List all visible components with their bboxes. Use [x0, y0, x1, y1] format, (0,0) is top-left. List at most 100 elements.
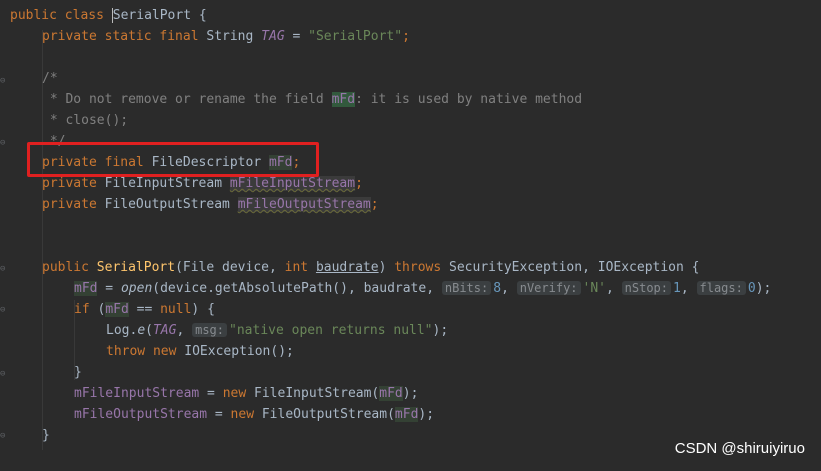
punctuation: ;	[370, 197, 379, 212]
string-literal: "SerialPort"	[308, 29, 403, 44]
method-call: open	[120, 281, 153, 296]
keyword: public	[42, 260, 89, 275]
code-editor[interactable]: ⊖ ⊖ ⊖ ⊖ ⊖ ⊖ public class SerialPort { pr…	[0, 0, 821, 471]
code-text: Log.	[106, 323, 138, 338]
fold-marker-icon[interactable]: ⊖	[0, 138, 8, 148]
code-text: (File device,	[175, 260, 285, 275]
code-text: (	[145, 323, 153, 338]
code-line-21[interactable]: }	[42, 425, 50, 446]
code-text: ,	[680, 281, 697, 296]
code-text: =	[199, 386, 223, 401]
type: FileOutputStream	[96, 197, 238, 212]
number-literal: 1	[673, 281, 681, 296]
punctuation: {	[191, 8, 207, 23]
fold-marker-icon[interactable]: ⊖	[0, 431, 8, 441]
code-text: ,	[176, 323, 193, 338]
string-literal: "native open returns null"	[229, 323, 433, 338]
keyword: new	[230, 407, 255, 422]
char-literal: 'N'	[582, 281, 606, 296]
code-line-13[interactable]: public SerialPort(File device, int baudr…	[42, 257, 699, 278]
field-name: mFd	[74, 281, 98, 296]
constructor-name: SerialPort	[88, 260, 176, 275]
number-literal: 8	[493, 281, 502, 296]
param-hint: nStop:	[621, 281, 672, 295]
keyword: null	[160, 302, 192, 317]
field-name: mFd	[105, 302, 129, 317]
keyword: private	[42, 176, 97, 191]
keyword: private static final	[42, 29, 199, 44]
fold-marker-icon[interactable]: ⊖	[0, 76, 8, 86]
code-line-17[interactable]: throw new IOException();	[106, 341, 294, 362]
keyword: if	[74, 302, 90, 317]
code-line-6[interactable]: * close();	[42, 110, 128, 131]
editor-gutter	[0, 0, 8, 471]
keyword: public	[10, 8, 57, 23]
code-text: }	[74, 365, 82, 380]
code-text: =	[97, 281, 121, 296]
code-line-10[interactable]: private FileOutputStream mFileOutputStre…	[42, 194, 379, 215]
punctuation: ;	[402, 29, 410, 44]
code-text: }	[42, 428, 50, 443]
code-line-19[interactable]: mFileInputStream = new FileInputStream(m…	[74, 383, 418, 404]
class-name-first-char: S	[111, 8, 121, 23]
code-line-2[interactable]: private static final String TAG = "Seria…	[42, 26, 410, 47]
keyword: int	[284, 260, 309, 275]
code-line-20[interactable]: mFileOutputStream = new FileOutputStream…	[74, 404, 434, 425]
constant: TAG	[261, 29, 285, 44]
fold-marker-icon[interactable]: ⊖	[0, 369, 8, 379]
param-hint: nVerify:	[516, 281, 581, 295]
field-name: mFileInputStream	[74, 386, 200, 401]
code-line-15[interactable]: if (mFd == null) {	[74, 299, 215, 320]
method-call: e	[137, 323, 146, 338]
constant: TAG	[152, 323, 177, 338]
param-hint: msg:	[192, 323, 228, 337]
comment: * Do not remove or rename the field	[42, 92, 332, 107]
field-name: mFd	[379, 386, 403, 401]
code-line-1[interactable]: public class SerialPort {	[10, 5, 207, 26]
code-text: );	[402, 386, 419, 401]
code-text: (	[89, 302, 106, 317]
code-text: ==	[128, 302, 161, 317]
keyword: new	[145, 344, 177, 359]
comment: /*	[42, 71, 58, 86]
watermark: CSDN @shiruiyiruo	[674, 440, 805, 457]
fold-marker-icon[interactable]: ⊖	[0, 305, 8, 315]
punctuation: ;	[355, 176, 363, 191]
field-name: mFileOutputStream	[74, 407, 208, 422]
code-text: );	[432, 323, 449, 338]
code-line-4[interactable]: /*	[42, 68, 58, 89]
code-text: =	[207, 407, 231, 422]
comment-field-ref: mFd	[331, 92, 356, 107]
code-line-18[interactable]: }	[74, 362, 82, 383]
number-literal: 0	[747, 281, 756, 296]
keyword: private	[42, 197, 97, 212]
field-name: mFileInputStream	[229, 176, 356, 191]
code-line-14[interactable]: mFd = open(device.getAbsolutePath(), bau…	[74, 278, 771, 299]
type: FileInputStream	[96, 176, 230, 191]
fold-marker-icon[interactable]: ⊖	[0, 264, 8, 274]
code-text: )	[378, 260, 395, 275]
field-name: mFileOutputStream	[237, 197, 371, 212]
code-text: SecurityException, IOException {	[441, 260, 700, 275]
keyword: throw	[106, 344, 146, 359]
code-text: );	[755, 281, 772, 296]
operator: =	[284, 29, 309, 44]
code-text: FileOutputStream(	[254, 407, 395, 422]
comment: : it is used by native method	[355, 92, 583, 107]
code-line-16[interactable]: Log.e(TAG, msg: "native open returns null…	[106, 320, 448, 341]
param-hint: nBits:	[441, 281, 492, 295]
code-text: ) {	[191, 302, 215, 317]
code-text: IOException();	[176, 344, 294, 359]
keyword: throws	[394, 260, 442, 275]
param-hint: flags:	[696, 281, 746, 295]
code-text: FileInputStream(	[246, 386, 380, 401]
code-line-5[interactable]: * Do not remove or rename the field mFd:…	[42, 89, 582, 110]
type: String	[198, 29, 262, 44]
field-name: mFd	[394, 407, 419, 422]
comment: * close();	[42, 113, 129, 128]
class-name: erialPort	[120, 8, 192, 23]
parameter-name: baudrate	[315, 260, 379, 275]
keyword: class	[64, 8, 104, 23]
code-text: );	[418, 407, 435, 422]
